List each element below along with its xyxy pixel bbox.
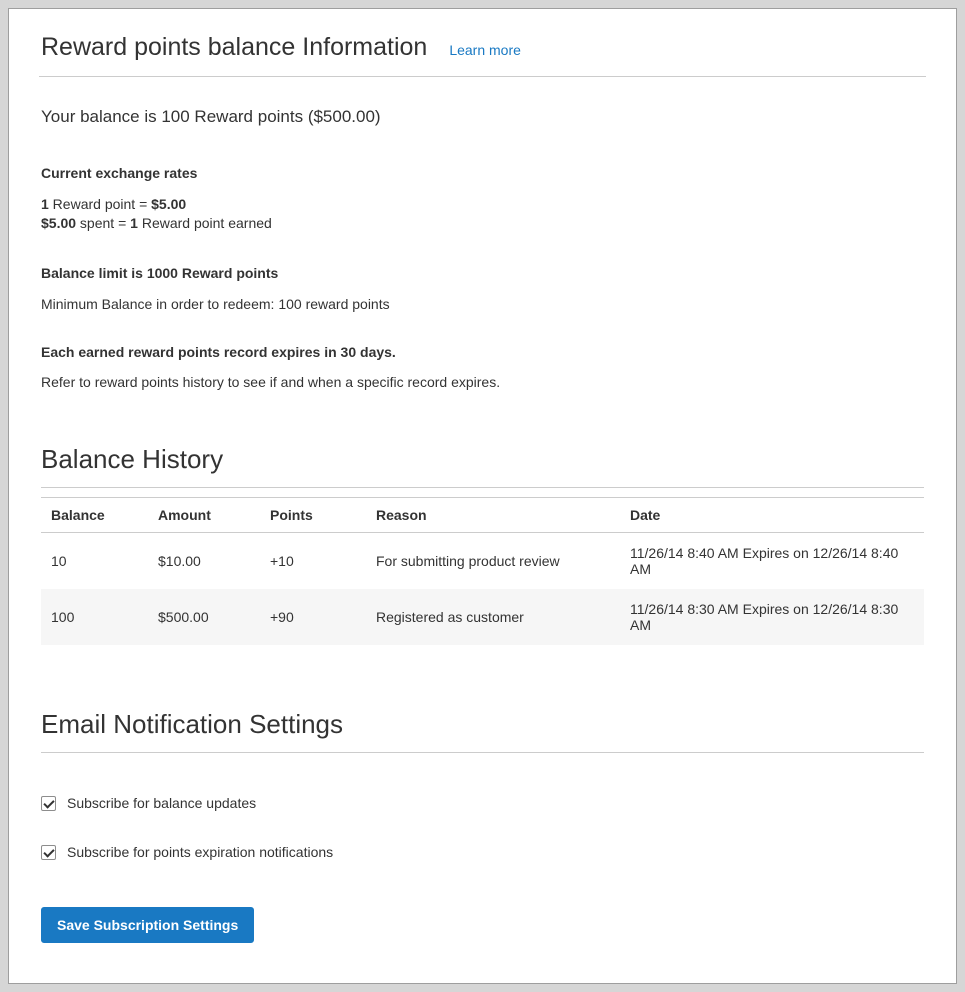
- cell-reason: For submitting product review: [366, 533, 620, 590]
- cell-amount: $500.00: [148, 589, 260, 645]
- rate-value: 1: [130, 215, 138, 231]
- column-header-points: Points: [260, 498, 366, 533]
- expiry-hint-text: Refer to reward points history to see if…: [41, 373, 924, 392]
- exchange-rates-heading: Current exchange rates: [41, 165, 924, 181]
- learn-more-link[interactable]: Learn more: [449, 42, 521, 58]
- email-settings-heading: Email Notification Settings: [41, 709, 924, 753]
- balance-limit-text: Balance limit is 1000 Reward points: [41, 265, 924, 281]
- rate-value: $5.00: [151, 196, 186, 212]
- expiration-notifications-checkbox[interactable]: [41, 845, 56, 860]
- column-header-date: Date: [620, 498, 924, 533]
- cell-balance: 100: [41, 589, 148, 645]
- rate-text: spent =: [76, 215, 130, 231]
- cell-amount: $10.00: [148, 533, 260, 590]
- balance-updates-checkbox[interactable]: [41, 796, 56, 811]
- exchange-rates: 1 Reward point = $5.00 $5.00 spent = 1 R…: [41, 195, 924, 233]
- rate-text: Reward point earned: [138, 215, 272, 231]
- reward-points-panel: Reward points balance Information Learn …: [8, 8, 957, 984]
- balance-history-heading: Balance History: [41, 444, 924, 488]
- column-header-amount: Amount: [148, 498, 260, 533]
- balance-history-table: Balance Amount Points Reason Date 10 $10…: [41, 497, 924, 645]
- rate-value: $5.00: [41, 215, 76, 231]
- page-title: Reward points balance Information: [41, 33, 427, 62]
- expiration-notifications-option[interactable]: Subscribe for points expiration notifica…: [41, 844, 924, 860]
- balance-updates-option[interactable]: Subscribe for balance updates: [41, 795, 924, 811]
- notification-options: Subscribe for balance updates Subscribe …: [41, 795, 924, 860]
- minimum-balance-text: Minimum Balance in order to redeem: 100 …: [41, 295, 924, 314]
- balance-summary: Your balance is 100 Reward points ($500.…: [41, 107, 924, 127]
- table-row: 10 $10.00 +10 For submitting product rev…: [41, 533, 924, 590]
- cell-date: 11/26/14 8:30 AM Expires on 12/26/14 8:3…: [620, 589, 924, 645]
- expiration-notifications-label: Subscribe for points expiration notifica…: [67, 844, 333, 860]
- page-header: Reward points balance Information Learn …: [39, 9, 926, 77]
- rate-value: 1: [41, 196, 49, 212]
- cell-points: +90: [260, 589, 366, 645]
- column-header-reason: Reason: [366, 498, 620, 533]
- expiry-notice-text: Each earned reward points record expires…: [41, 344, 924, 360]
- table-row: 100 $500.00 +90 Registered as customer 1…: [41, 589, 924, 645]
- cell-balance: 10: [41, 533, 148, 590]
- column-header-balance: Balance: [41, 498, 148, 533]
- cell-date: 11/26/14 8:40 AM Expires on 12/26/14 8:4…: [620, 533, 924, 590]
- table-header: Balance Amount Points Reason Date: [41, 498, 924, 533]
- exchange-rate-line-2: $5.00 spent = 1 Reward point earned: [41, 214, 924, 233]
- rate-text: Reward point =: [49, 196, 151, 212]
- save-subscription-settings-button[interactable]: Save Subscription Settings: [41, 907, 254, 943]
- exchange-rate-line-1: 1 Reward point = $5.00: [41, 195, 924, 214]
- balance-updates-label: Subscribe for balance updates: [67, 795, 256, 811]
- cell-points: +10: [260, 533, 366, 590]
- cell-reason: Registered as customer: [366, 589, 620, 645]
